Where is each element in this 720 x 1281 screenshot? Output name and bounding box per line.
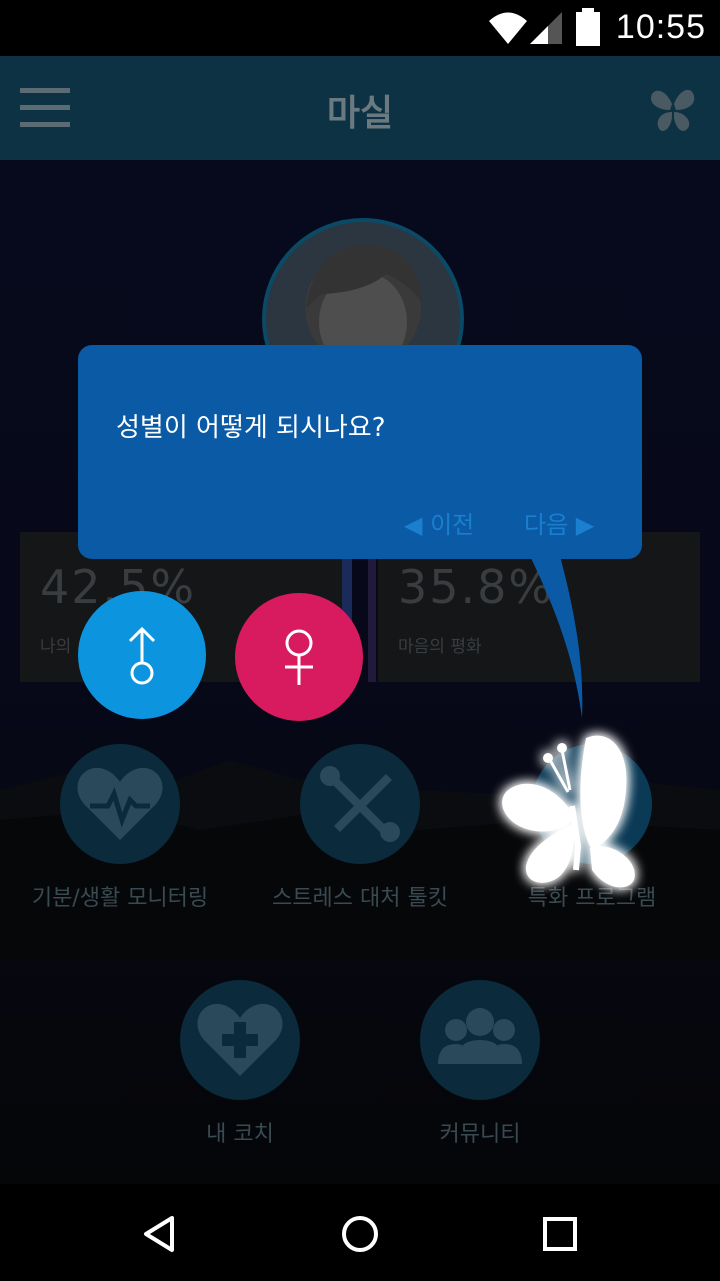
feature-circle [180, 980, 300, 1100]
home-icon[interactable] [340, 1214, 380, 1254]
cell-signal-icon [530, 12, 562, 44]
male-button[interactable] [78, 591, 206, 719]
feature-label: 커뮤니티 [439, 1122, 521, 1147]
community-icon [438, 1008, 522, 1064]
prev-button[interactable]: ◀ 이전 [404, 505, 474, 540]
feature-circle [420, 980, 540, 1100]
tutorial-question: 성별이 어떻게 되시나요? [116, 413, 386, 443]
battery-icon [576, 8, 600, 46]
app-title: 마실 [326, 93, 394, 134]
butterfly-logo-icon[interactable] [648, 82, 698, 134]
female-button[interactable] [235, 593, 363, 721]
app-bar: 마실 [0, 56, 720, 160]
clock: 10:55 [615, 8, 706, 46]
feature-community[interactable]: 커뮤니티 [360, 980, 600, 1148]
status-bar: 10:55 [0, 0, 720, 56]
feature-mood-monitoring[interactable]: 기분/생활 모니터링 [0, 744, 240, 912]
feature-label: 기분/생활 모니터링 [31, 886, 209, 911]
next-button[interactable]: 다음 ▶ [524, 505, 594, 540]
feature-circle [60, 744, 180, 864]
butterfly-mascot-icon [502, 735, 635, 888]
stat-label: 나의 [40, 637, 72, 657]
recents-icon[interactable] [540, 1214, 580, 1254]
feature-label: 스트레스 대처 툴킷 [272, 886, 448, 911]
back-icon[interactable] [140, 1214, 180, 1254]
tools-icon [320, 766, 400, 842]
feature-my-coach[interactable]: 내 코치 [120, 980, 360, 1148]
stat-label: 마음의 평화 [398, 637, 482, 657]
bubble-tail [530, 556, 583, 718]
heart-pulse-icon [77, 767, 163, 840]
feature-label: 내 코치 [206, 1122, 274, 1147]
female-symbol-icon [285, 629, 313, 685]
system-nav-bar [0, 1184, 720, 1281]
feature-circle [300, 744, 420, 864]
tutorial-bubble: 성별이 어떻게 되시나요? ◀ 이전 다음 ▶ [78, 345, 642, 559]
wifi-icon [489, 12, 527, 44]
male-symbol-icon [128, 626, 156, 685]
feature-stress-toolkit[interactable]: 스트레스 대처 툴킷 [240, 744, 480, 912]
heart-plus-icon [197, 1003, 283, 1076]
